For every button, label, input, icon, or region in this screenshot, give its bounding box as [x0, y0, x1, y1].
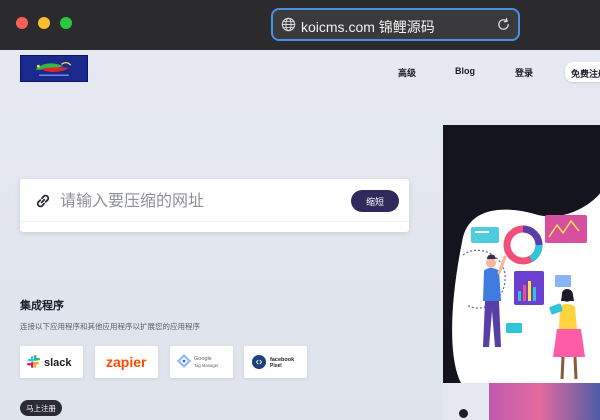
form-divider: [20, 221, 409, 222]
google-tag-manager-icon: [177, 354, 191, 368]
gradient-panel: [489, 383, 600, 420]
reload-icon[interactable]: [496, 17, 511, 32]
url-input[interactable]: [60, 187, 350, 213]
integration-zapier[interactable]: zapier: [95, 346, 158, 378]
koi-logo-graphic: [35, 62, 72, 76]
shorten-button[interactable]: 缩短: [351, 190, 399, 212]
zapier-logo: zapier: [106, 354, 147, 370]
close-window-button[interactable]: [16, 17, 28, 29]
maximize-window-button[interactable]: [60, 17, 72, 29]
integrations-title: 集成程序: [20, 300, 64, 312]
analytics-people-illustration: [443, 125, 600, 383]
link-icon: [36, 194, 50, 208]
url-shortener-form: 缩短: [20, 179, 409, 232]
minimize-window-button[interactable]: [38, 17, 50, 29]
nav-signup-button[interactable]: 免费注册: [565, 62, 600, 82]
tag-manager-label: Tag Manager: [194, 363, 219, 368]
hero-illustration: [443, 125, 600, 383]
address-bar-url: koicms.com 锦鲤源码: [301, 19, 435, 35]
integration-google-tag-manager[interactable]: Google Tag Manager: [170, 346, 233, 378]
facebook-pixel-icon: [252, 355, 266, 369]
hero-bottom-strip: [443, 383, 600, 420]
integration-slack[interactable]: slack: [20, 346, 83, 378]
globe-icon: [281, 17, 296, 32]
browser-chrome: koicms.com 锦鲤源码: [0, 0, 600, 50]
google-label: Google: [194, 356, 212, 362]
web-page: 高级 Blog 登录 免费注册 缩短 集成程序 连接以下应用程序和其他应用程序以…: [0, 50, 600, 420]
slack-label: slack: [44, 357, 72, 369]
slack-icon: [27, 355, 40, 368]
integration-facebook-pixel[interactable]: facebook Pixel: [244, 346, 307, 378]
address-bar[interactable]: koicms.com 锦鲤源码: [271, 8, 520, 41]
register-now-button[interactable]: 马上注册: [20, 400, 62, 416]
nav-item-blog[interactable]: Blog: [455, 66, 475, 76]
integrations-description: 连接以下应用程序和其他应用程序以扩展您的应用程序: [20, 322, 200, 331]
carousel-dot[interactable]: [459, 409, 468, 418]
site-logo[interactable]: [20, 55, 88, 82]
nav-item-premium[interactable]: 高级: [398, 66, 416, 79]
pixel-label: Pixel: [270, 363, 282, 369]
nav-item-login[interactable]: 登录: [515, 66, 533, 79]
